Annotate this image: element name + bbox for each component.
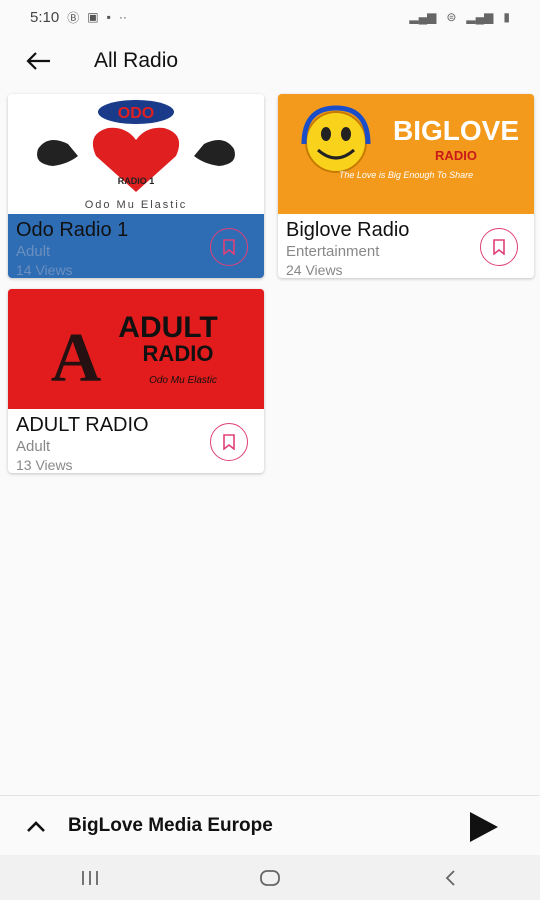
play-button[interactable] xyxy=(466,810,500,844)
logo-tag-biglove: The Love is Big Enough To Share xyxy=(339,170,473,180)
logo-text-odo: ODO xyxy=(118,105,154,122)
svg-text:A: A xyxy=(51,320,102,397)
station-card-biglove-radio[interactable]: BIGLOVE RADIO The Love is Big Enough To … xyxy=(278,94,534,278)
home-button[interactable] xyxy=(250,863,290,893)
bookmark-icon xyxy=(493,239,505,255)
bookmark-icon xyxy=(223,239,235,255)
wifi-icon: ⊜ xyxy=(446,10,457,24)
logo-sub-biglove: RADIO xyxy=(435,148,477,163)
bookmark-button[interactable] xyxy=(210,423,248,461)
station-views: 14 Views xyxy=(16,262,73,278)
battery-icon: ▮ xyxy=(503,10,510,24)
mini-player[interactable]: BigLove Media Europe xyxy=(0,795,540,856)
station-views: 13 Views xyxy=(16,457,73,473)
recent-apps-button[interactable] xyxy=(70,863,110,893)
station-logo-biglove: BIGLOVE RADIO The Love is Big Enough To … xyxy=(278,94,534,214)
b-icon: Ⓑ xyxy=(67,10,80,25)
logo-sub-odo: RADIO 1 xyxy=(118,176,155,186)
app-bar: All Radio xyxy=(0,34,540,88)
facebook-icon: ▪ xyxy=(106,10,111,24)
back-button[interactable] xyxy=(18,41,58,81)
station-card-odo-radio[interactable]: ODO RADIO 1 Odo Mu Elastic Odo Radio 1 A… xyxy=(8,94,264,278)
page-title: All Radio xyxy=(94,49,179,72)
home-icon xyxy=(260,869,280,886)
station-logo-adult: A ADULT RADIO Odo Mu Elastic xyxy=(8,289,264,409)
bookmark-icon xyxy=(223,434,235,450)
back-nav-button[interactable] xyxy=(430,863,470,893)
bookmark-button[interactable] xyxy=(210,228,248,266)
station-logo-odo: ODO RADIO 1 Odo Mu Elastic xyxy=(8,94,264,214)
chevron-up-icon xyxy=(27,821,45,832)
status-bar: 5:10 Ⓑ ▣ ▪ ·· ▂▄▆ ⊜ ▂▄▆ ▮ xyxy=(0,0,540,34)
recent-apps-icon xyxy=(82,870,98,885)
play-icon xyxy=(470,812,498,842)
logo-tag-odo: Odo Mu Elastic xyxy=(85,199,188,211)
signal-icon: ▂▄▆ xyxy=(466,10,494,24)
more-dots-icon: ·· xyxy=(118,10,127,24)
logo-tag-adult: Odo Mu Elastic xyxy=(149,375,217,386)
back-chevron-icon xyxy=(445,869,455,886)
station-views: 24 Views xyxy=(286,262,343,278)
system-nav-bar xyxy=(0,855,540,900)
bookmark-button[interactable] xyxy=(480,228,518,266)
logo-sub-adult: RADIO xyxy=(143,341,214,366)
logo-text-adult: ADULT xyxy=(118,311,217,344)
now-playing-title: BigLove Media Europe xyxy=(68,815,273,836)
station-card-adult-radio[interactable]: A ADULT RADIO Odo Mu Elastic ADULT RADIO… xyxy=(8,289,264,473)
back-arrow-icon xyxy=(26,52,50,70)
status-time: 5:10 xyxy=(30,8,60,26)
image-icon: ▣ xyxy=(87,10,99,24)
logo-text-biglove: BIGLOVE xyxy=(393,115,519,146)
signal-icon: ▂▄▆ xyxy=(409,10,437,24)
expand-player-button[interactable] xyxy=(24,814,48,838)
